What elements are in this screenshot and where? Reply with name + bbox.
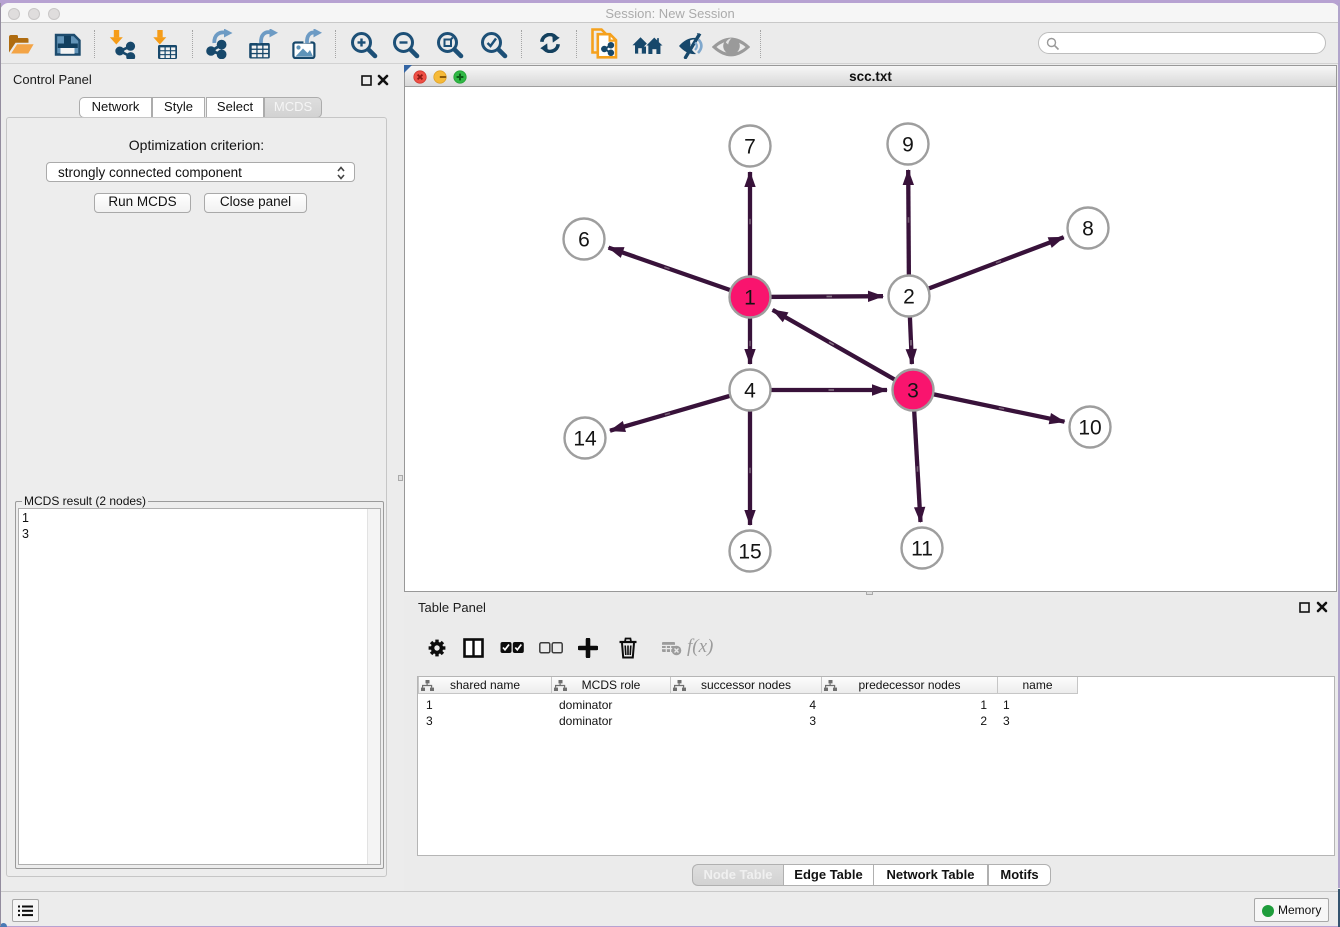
svg-text:8: 8 xyxy=(1082,218,1094,241)
svg-text:2: 2 xyxy=(903,286,915,309)
svg-text:6: 6 xyxy=(578,229,590,252)
svg-text:3: 3 xyxy=(907,380,919,403)
svg-text:11: 11 xyxy=(911,538,933,561)
svg-text:14: 14 xyxy=(573,428,597,451)
svg-text:1: 1 xyxy=(744,287,756,310)
svg-text:9: 9 xyxy=(902,134,914,157)
svg-text:4: 4 xyxy=(744,380,756,403)
svg-text:10: 10 xyxy=(1078,417,1101,440)
svg-text:7: 7 xyxy=(744,136,756,159)
svg-text:15: 15 xyxy=(738,541,761,564)
